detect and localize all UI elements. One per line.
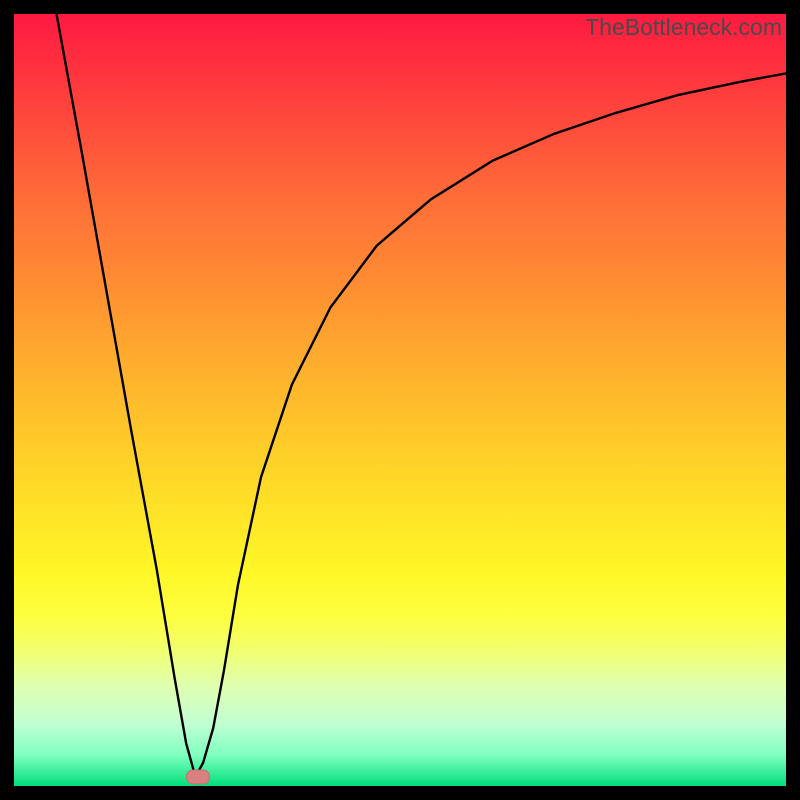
bottleneck-curve: [14, 14, 786, 786]
plot-area: [14, 14, 786, 786]
curve-path: [57, 14, 787, 777]
chart-frame: TheBottleneck.com: [0, 0, 800, 800]
sweet-spot-marker: [186, 769, 210, 784]
watermark-text: TheBottleneck.com: [585, 14, 782, 41]
